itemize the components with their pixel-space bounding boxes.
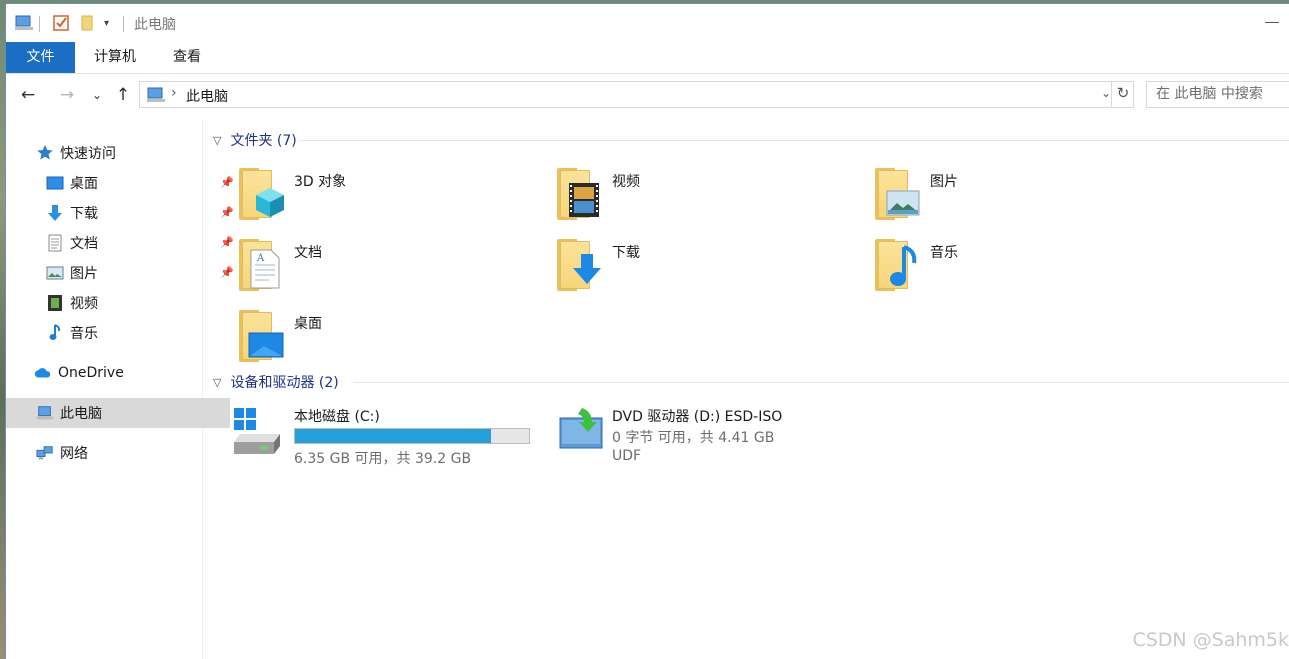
folder-label: 3D 对象 xyxy=(294,174,347,190)
cloud-icon xyxy=(34,364,52,382)
sidebar-item-label: 桌面 xyxy=(70,176,98,192)
sidebar-item-label: 文档 xyxy=(70,236,98,252)
sidebar-item-label: 音乐 xyxy=(70,326,98,342)
sidebar-item-label: 快速访问 xyxy=(60,146,116,162)
folder-download-icon xyxy=(554,237,606,293)
star-icon xyxy=(36,144,54,162)
computer-icon xyxy=(146,86,166,108)
sidebar-item-onedrive[interactable]: OneDrive xyxy=(6,358,228,388)
sidebar-item-label: 下载 xyxy=(70,206,98,222)
folder-desktop[interactable]: 桌面 xyxy=(203,308,503,370)
up-arrow-icon[interactable]: ↑ xyxy=(112,84,134,106)
sidebar-item-quick-access[interactable]: 快速访问 xyxy=(6,138,230,168)
computer-icon xyxy=(14,13,34,33)
new-folder-icon[interactable] xyxy=(80,13,94,33)
ribbon: 文件 计算机 查看 xyxy=(6,42,1289,74)
picture-icon xyxy=(46,264,64,282)
watermark: CSDN @Sahm5k xyxy=(1132,629,1289,651)
divider xyxy=(353,382,1289,383)
group-header-label: 设备和驱动器 (2) xyxy=(230,375,339,391)
folder-picture-icon xyxy=(872,166,924,222)
sidebar-item-this-pc[interactable]: 此电脑 xyxy=(6,398,230,428)
folder-music[interactable]: 音乐 xyxy=(839,237,1139,299)
divider xyxy=(299,140,1289,141)
hard-drive-icon xyxy=(230,406,286,466)
chevron-down-icon[interactable]: ▽ xyxy=(213,376,221,389)
download-icon xyxy=(46,204,64,222)
folder-videos[interactable]: 视频 xyxy=(521,166,821,228)
dvd-drive-icon xyxy=(558,406,604,454)
folder-label: 音乐 xyxy=(930,245,958,261)
drive-usage-fill xyxy=(295,429,492,443)
folder-pictures[interactable]: 图片 xyxy=(839,166,1139,228)
folder-3d-objects[interactable]: 3D 对象 xyxy=(203,166,503,228)
drive-label: 本地磁盘 (C:) xyxy=(294,409,380,425)
file-explorer-window: ▾ 此电脑 文件 计算机 查看 ← → ⌄ ↑ › 此电脑 ⌄ ↻ 在 此电脑 … xyxy=(6,4,1289,659)
search-input[interactable]: 在 此电脑 中搜索 xyxy=(1146,81,1289,108)
properties-icon[interactable] xyxy=(52,13,70,33)
folder-label: 桌面 xyxy=(294,316,322,332)
drive-free-space: 6.35 GB 可用，共 39.2 GB xyxy=(294,451,472,467)
breadcrumb-this-pc[interactable]: 此电脑 xyxy=(186,86,228,106)
minimize-button[interactable] xyxy=(1265,12,1279,26)
customize-qat-icon[interactable]: ▾ xyxy=(104,13,109,33)
sidebar-item-label: 图片 xyxy=(70,266,98,282)
tab-view[interactable]: 查看 xyxy=(162,42,212,73)
folder-label: 视频 xyxy=(612,174,640,190)
sidebar-item-label: OneDrive xyxy=(58,365,124,381)
sidebar-item-label: 网络 xyxy=(60,446,88,462)
folder-desktop-icon xyxy=(236,308,288,364)
navigation-pane: 快速访问 桌面 📌 下载 📌 文档 📌 图片 📌 视频 音乐 OneDrive … xyxy=(6,120,234,659)
folder-label: 下载 xyxy=(612,245,640,261)
svg-text:A: A xyxy=(256,253,265,264)
drive-c[interactable]: 本地磁盘 (C:) 6.35 GB 可用，共 39.2 GB xyxy=(203,406,533,476)
network-icon xyxy=(36,444,54,462)
chevron-down-icon[interactable]: ▽ xyxy=(213,134,221,147)
folder-label: 文档 xyxy=(294,245,322,261)
folder-label: 图片 xyxy=(930,174,958,190)
forward-arrow-icon[interactable]: → xyxy=(56,84,78,106)
drive-filesystem: UDF xyxy=(612,448,642,464)
folder-music-icon xyxy=(872,237,924,293)
tab-file[interactable]: 文件 xyxy=(6,42,75,73)
sidebar-item-network[interactable]: 网络 xyxy=(6,438,230,468)
folder-documents[interactable]: A 文档 xyxy=(203,237,503,299)
breadcrumb-separator-icon[interactable]: › xyxy=(171,85,177,101)
folder-downloads[interactable]: 下载 xyxy=(521,237,821,299)
navigation-bar: ← → ⌄ ↑ › 此电脑 ⌄ ↻ 在 此电脑 中搜索 xyxy=(6,79,1289,111)
folder-video-icon xyxy=(554,166,606,222)
tab-computer[interactable]: 计算机 xyxy=(84,42,146,73)
address-dropdown-icon[interactable]: ⌄ xyxy=(1101,86,1111,100)
computer-icon xyxy=(36,404,54,422)
title-bar: ▾ 此电脑 xyxy=(6,4,1289,42)
address-bar[interactable]: › 此电脑 ⌄ ↻ xyxy=(139,81,1134,108)
refresh-icon[interactable]: ↻ xyxy=(1111,81,1134,108)
drive-label: DVD 驱动器 (D:) ESD-ISO xyxy=(612,409,783,425)
group-header-folders[interactable]: ▽ 文件夹 (7) xyxy=(213,130,297,150)
sidebar-item-label: 视频 xyxy=(70,296,98,312)
back-arrow-icon[interactable]: ← xyxy=(17,84,39,106)
folder-document-icon: A xyxy=(236,237,288,293)
folder-3d-icon xyxy=(236,166,288,222)
drive-free-space: 0 字节 可用，共 4.41 GB xyxy=(612,430,775,446)
window-title: 此电脑 xyxy=(134,17,176,33)
sidebar-item-label: 此电脑 xyxy=(60,406,102,422)
desktop-icon xyxy=(46,174,64,192)
drive-d[interactable]: DVD 驱动器 (D:) ESD-ISO 0 字节 可用，共 4.41 GB U… xyxy=(521,406,851,476)
content-area: ▽ 文件夹 (7) 3D 对象 视频 图片 A 文档 下载 音乐 桌面 ▽ 设备… xyxy=(203,120,1289,659)
music-note-icon xyxy=(46,324,64,342)
recent-locations-chevron-icon[interactable]: ⌄ xyxy=(86,84,108,106)
film-icon xyxy=(46,294,64,312)
document-icon xyxy=(46,234,64,252)
drive-usage-bar xyxy=(294,428,530,444)
group-header-devices[interactable]: ▽ 设备和驱动器 (2) xyxy=(213,372,339,392)
group-header-label: 文件夹 (7) xyxy=(230,133,297,149)
